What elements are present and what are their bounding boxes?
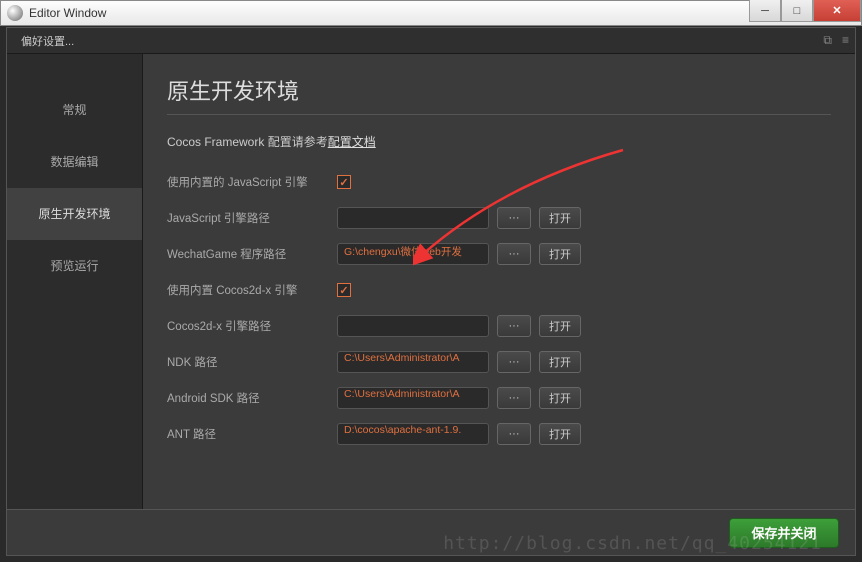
minimize-button[interactable]: ─ [749, 0, 781, 22]
divider [167, 114, 831, 115]
sidebar-item-native-env[interactable]: 原生开发环境 [7, 188, 142, 240]
open-wechat[interactable]: 打开 [539, 243, 581, 265]
input-wechat-path[interactable]: G:\chengxu\微信web开发 [337, 243, 489, 265]
browse-wechat[interactable]: ··· [497, 243, 531, 265]
watermark: http://blog.csdn.net/qq_40254121 [443, 533, 822, 554]
browse-sdk[interactable]: ··· [497, 387, 531, 409]
label-wechat-path: WechatGame 程序路径 [167, 246, 337, 262]
menu-icon[interactable]: ≡ [842, 33, 849, 48]
close-button[interactable]: ✕ [813, 0, 861, 22]
checkbox-use-builtin-js[interactable]: ✓ [337, 175, 351, 189]
window-controls: ─ □ ✕ [749, 1, 861, 25]
label-use-builtin-js: 使用内置的 JavaScript 引擎 [167, 174, 337, 190]
input-js-engine-path[interactable] [337, 207, 489, 229]
app-icon [7, 5, 23, 21]
open-js-engine[interactable]: 打开 [539, 207, 581, 229]
config-docs-link[interactable]: 配置文档 [328, 135, 376, 149]
input-ndk-path[interactable]: C:\Users\Administrator\A [337, 351, 489, 373]
tabbar: 偏好设置... ⧉ ≡ [7, 28, 855, 54]
open-ant[interactable]: 打开 [539, 423, 581, 445]
label-sdk-path: Android SDK 路径 [167, 390, 337, 406]
popout-icon[interactable]: ⧉ [823, 33, 832, 48]
sidebar-item-label: 常规 [62, 101, 86, 118]
open-ndk[interactable]: 打开 [539, 351, 581, 373]
editor-window: 偏好设置... ⧉ ≡ 常规 数据编辑 原生开发环境 预览运行 原生开发环境 C… [6, 27, 856, 556]
label-use-builtin-cocos: 使用内置 Cocos2d-x 引擎 [167, 282, 337, 298]
sidebar-item-label: 预览运行 [50, 257, 98, 274]
checkbox-use-builtin-cocos[interactable]: ✓ [337, 283, 351, 297]
open-cocos[interactable]: 打开 [539, 315, 581, 337]
open-sdk[interactable]: 打开 [539, 387, 581, 409]
page-title: 原生开发环境 [167, 74, 831, 106]
input-ant-path[interactable]: D:\cocos\apache-ant-1.9. [337, 423, 489, 445]
subtitle-text: Cocos Framework 配置请参考 [167, 135, 328, 149]
browse-ndk[interactable]: ··· [497, 351, 531, 373]
window-title: Editor Window [29, 6, 749, 20]
main-panel: 原生开发环境 Cocos Framework 配置请参考配置文档 使用内置的 J… [143, 54, 855, 509]
sidebar-item-preview[interactable]: 预览运行 [7, 240, 142, 292]
input-cocos-path[interactable] [337, 315, 489, 337]
titlebar: Editor Window ─ □ ✕ [0, 0, 862, 26]
subtitle: Cocos Framework 配置请参考配置文档 [167, 133, 831, 150]
sidebar-item-general[interactable]: 常规 [7, 84, 142, 136]
input-sdk-path[interactable]: C:\Users\Administrator\A [337, 387, 489, 409]
browse-ant[interactable]: ··· [497, 423, 531, 445]
sidebar-item-data-edit[interactable]: 数据编辑 [7, 136, 142, 188]
maximize-button[interactable]: □ [781, 0, 813, 22]
sidebar-item-label: 原生开发环境 [38, 205, 110, 222]
content: 常规 数据编辑 原生开发环境 预览运行 原生开发环境 Cocos Framewo… [7, 54, 855, 509]
sidebar: 常规 数据编辑 原生开发环境 预览运行 [7, 54, 143, 509]
label-js-engine-path: JavaScript 引擎路径 [167, 210, 337, 226]
browse-js-engine[interactable]: ··· [497, 207, 531, 229]
sidebar-item-label: 数据编辑 [50, 153, 98, 170]
browse-cocos[interactable]: ··· [497, 315, 531, 337]
label-ant-path: ANT 路径 [167, 426, 337, 442]
label-cocos-path: Cocos2d-x 引擎路径 [167, 318, 337, 334]
label-ndk-path: NDK 路径 [167, 354, 337, 370]
tab-preferences[interactable]: 偏好设置... [13, 31, 82, 51]
